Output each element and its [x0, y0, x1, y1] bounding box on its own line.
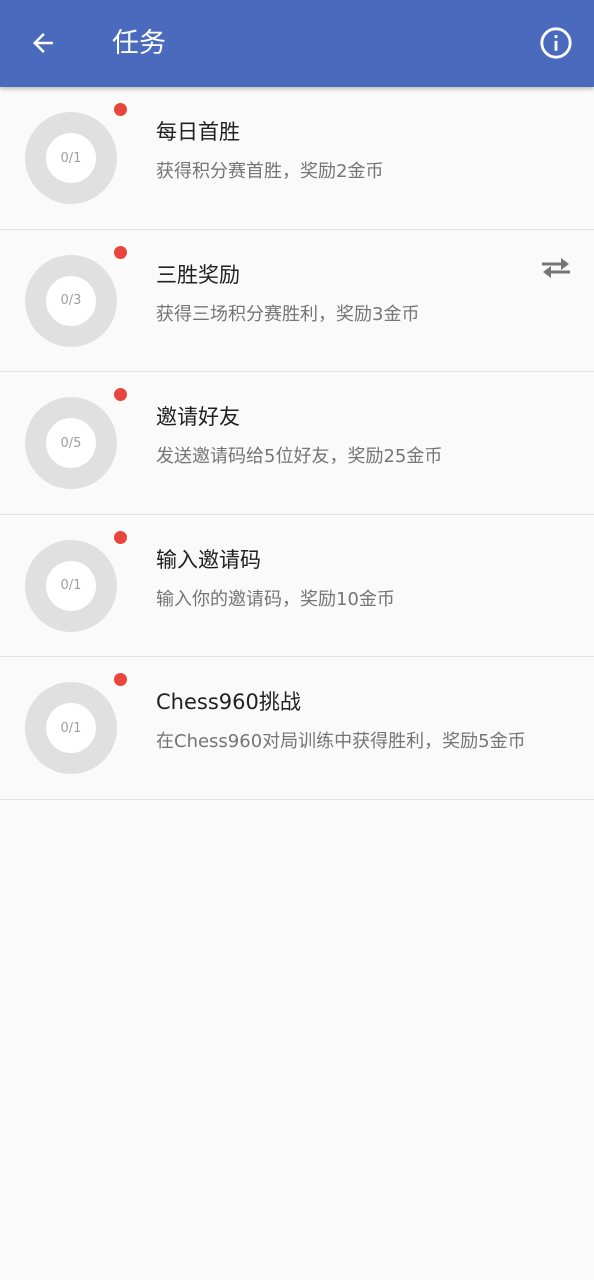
page-title: 任务: [112, 28, 166, 59]
info-button[interactable]: [538, 25, 574, 61]
info-circle-icon: [540, 27, 572, 59]
task-item[interactable]: 0/3 三胜奖励 获得三场积分赛胜利，奖励3金币: [0, 229, 594, 372]
task-item[interactable]: 0/1 输入邀请码 输入你的邀请码，奖励10金币: [0, 514, 594, 657]
task-description: 在Chess960对局训练中获得胜利，奖励5金币: [156, 731, 526, 752]
task-item[interactable]: 0/5 邀请好友 发送邀请码给5位好友，奖励25金币: [0, 372, 594, 515]
progress-ring: 0/1: [25, 682, 117, 774]
progress-label: 0/1: [46, 560, 96, 611]
task-list: 0/1 每日首胜 获得积分赛首胜，奖励2金币 0/3 三胜奖励 获得三场积分赛胜…: [0, 87, 594, 800]
task-item[interactable]: 0/1 每日首胜 获得积分赛首胜，奖励2金币: [0, 87, 594, 230]
swap-arrows-icon: [542, 257, 570, 278]
unread-dot: [114, 103, 127, 116]
progress-ring: 0/1: [25, 112, 117, 204]
unread-dot: [114, 530, 127, 544]
unread-dot: [114, 673, 127, 686]
swap-button[interactable]: [538, 254, 574, 282]
task-title: 邀请好友: [156, 405, 240, 429]
app-bar: 任务: [0, 0, 594, 87]
progress-label: 0/1: [46, 133, 96, 183]
task-title: 输入邀请码: [156, 547, 261, 572]
unread-dot: [114, 388, 127, 401]
progress-label: 0/5: [46, 418, 96, 468]
arrow-left-icon: [33, 33, 53, 53]
task-title: Chess960挑战: [156, 690, 301, 714]
progress-ring: 0/5: [25, 397, 117, 489]
task-description: 输入你的邀请码，奖励10金币: [156, 588, 395, 610]
task-description: 获得三场积分赛胜利，奖励3金币: [156, 303, 420, 325]
unread-dot: [114, 245, 127, 259]
task-title: 三胜奖励: [156, 262, 240, 287]
back-button[interactable]: [22, 22, 64, 64]
task-item[interactable]: 0/1 Chess960挑战 在Chess960对局训练中获得胜利，奖励5金币: [0, 657, 594, 800]
task-description: 获得积分赛首胜，奖励2金币: [156, 161, 384, 182]
progress-ring: 0/3: [25, 254, 117, 347]
progress-label: 0/3: [46, 275, 96, 326]
task-description: 发送邀请码给5位好友，奖励25金币: [156, 446, 443, 467]
progress-ring: 0/1: [25, 539, 117, 632]
progress-label: 0/1: [46, 703, 96, 753]
task-title: 每日首胜: [156, 120, 240, 144]
